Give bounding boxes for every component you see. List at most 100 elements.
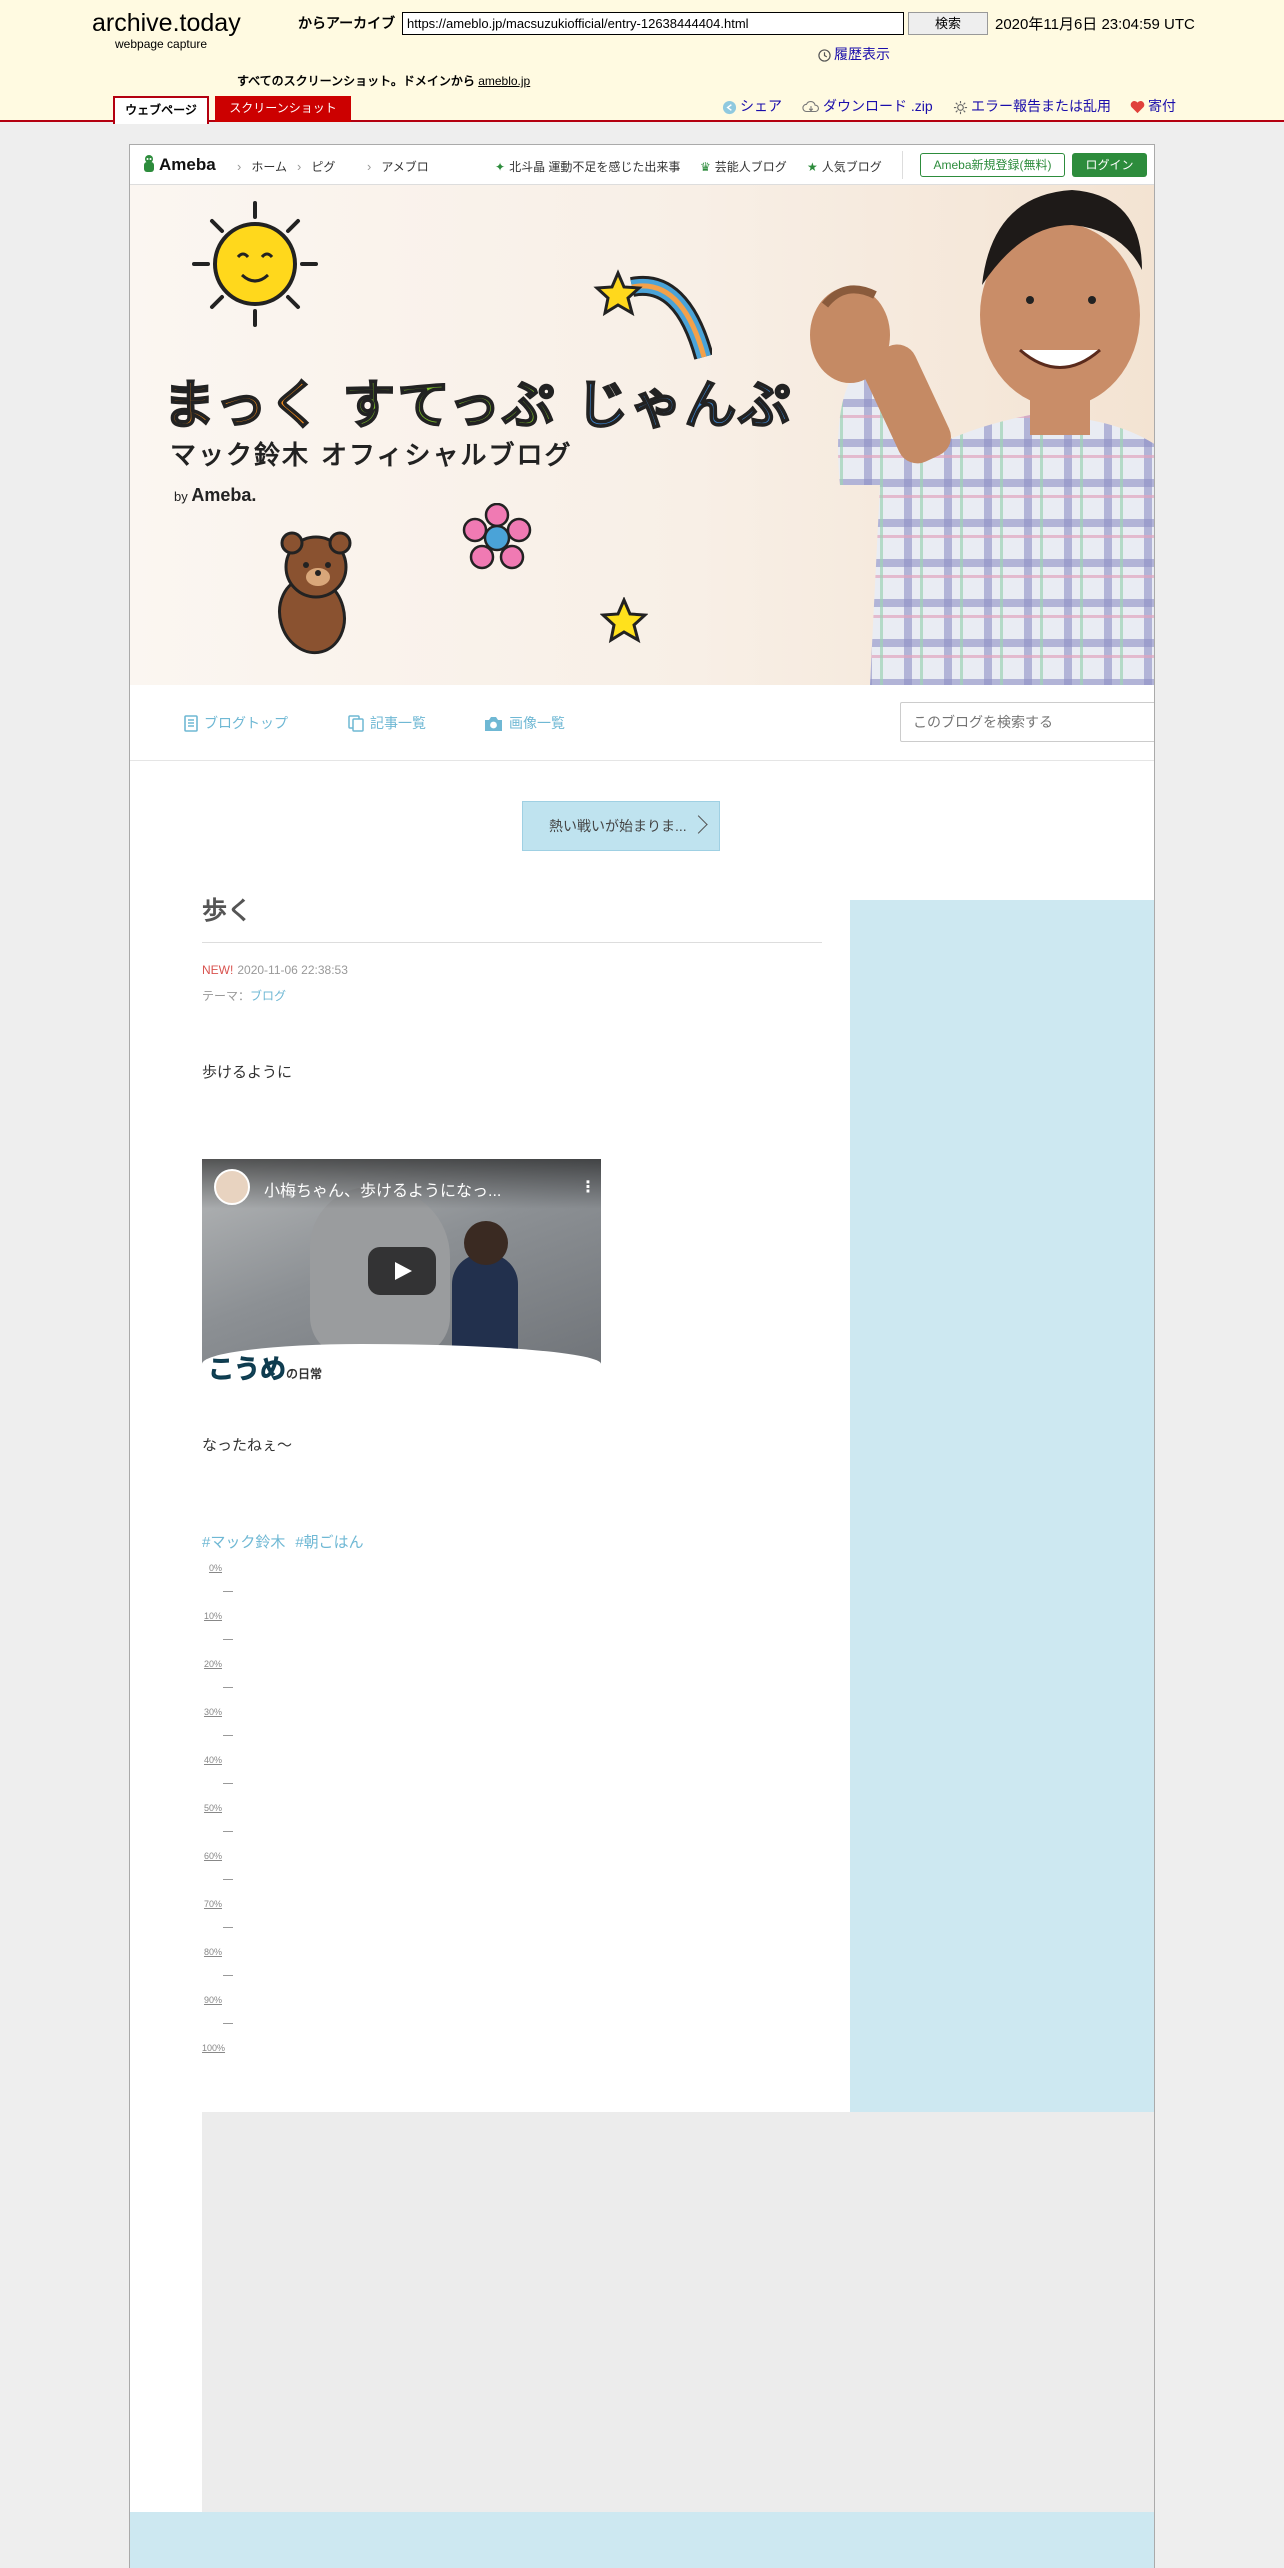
image-list-label: 画像一覧 xyxy=(509,715,565,731)
archive-logo-subtitle: webpage capture xyxy=(115,37,208,51)
blog-title-logo: まっく すてっぷ じゃんぷ xyxy=(162,363,792,438)
ameba-logo[interactable]: Ameba xyxy=(142,154,216,175)
history-label: 履歴表示 xyxy=(834,46,890,62)
camera-icon xyxy=(485,717,502,731)
hashtag-item[interactable]: #マック鈴木 xyxy=(202,1534,285,1551)
captured-page: Ameba ホーム ピグ アメブロ ✦北斗晶 運動不足を感じた出来事 ♛芸能人ブ… xyxy=(129,144,1155,2568)
depth-marker[interactable]: 80% xyxy=(202,1947,262,1976)
login-button[interactable]: ログイン xyxy=(1072,153,1147,177)
cloud-download-icon xyxy=(802,101,819,113)
ameba-brand-text: Ameba xyxy=(159,155,216,174)
all-screenshots-row: すべてのスクリーンショット。ドメインから ameblo.jp xyxy=(237,72,530,89)
blog-sub-nav: ブログトップ 記事一覧 画像一覧 xyxy=(130,685,1154,761)
post-body-line-1: 歩けるように xyxy=(202,1064,293,1081)
blog-top-link[interactable]: ブログトップ xyxy=(184,713,288,733)
archive-url-input[interactable] xyxy=(402,12,904,35)
sparkle-icon: ✦ xyxy=(495,160,506,174)
channel-avatar[interactable] xyxy=(214,1169,250,1205)
footer-gray-area xyxy=(202,2112,1154,2512)
clock-icon xyxy=(818,49,831,62)
article-list-link[interactable]: 記事一覧 xyxy=(348,713,426,733)
heart-icon xyxy=(1130,101,1145,114)
depth-marker[interactable]: 50% xyxy=(202,1803,262,1832)
nav-celeb-blog[interactable]: ♛ 芸能人ブログ xyxy=(700,158,787,175)
domain-link[interactable]: ameblo.jp xyxy=(478,74,530,88)
flower-illustration xyxy=(462,503,532,570)
hashtag-list: #マック鈴木 #朝ごはん xyxy=(202,1531,374,1552)
history-link[interactable]: 履歴表示 xyxy=(818,44,890,64)
nav-popular-blog[interactable]: ★ 人気ブログ xyxy=(807,158,882,175)
share-link[interactable]: シェア xyxy=(722,96,782,116)
crown-icon: ♛ xyxy=(700,160,711,174)
post-title-divider xyxy=(202,942,822,943)
archive-from-label: からアーカイブ xyxy=(298,15,396,31)
sidebar-area xyxy=(850,900,1154,2112)
depth-marker[interactable]: 20% xyxy=(202,1659,262,1688)
archive-timestamp: 2020年11月6日 23:04:59 UTC xyxy=(995,16,1195,33)
youtube-video-embed[interactable]: 小梅ちゃん、歩けるようになっ... ⋮ こうめの日常 xyxy=(202,1159,601,1383)
archive-header: archive.today webpage capture からアーカイブ 検索… xyxy=(0,0,1284,124)
play-button-icon[interactable] xyxy=(368,1247,436,1295)
ameba-top-nav: Ameba ホーム ピグ アメブロ ✦北斗晶 運動不足を感じた出来事 ♛芸能人ブ… xyxy=(130,145,1154,185)
share-label: シェア xyxy=(740,98,782,114)
blog-subtitle: マック鈴木 オフィシャルブログ xyxy=(170,441,573,471)
blogger-photo xyxy=(810,190,1154,685)
video-title[interactable]: 小梅ちゃん、歩けるようになっ... xyxy=(264,1177,501,1201)
nav-divider xyxy=(902,151,903,179)
ameba-mascot-icon xyxy=(144,155,154,172)
more-vert-icon[interactable]: ⋮ xyxy=(580,1177,596,1196)
donate-label: 寄付 xyxy=(1148,98,1176,114)
download-link[interactable]: ダウンロード .zip xyxy=(802,96,933,116)
post-meta: NEW! 2020-11-06 22:38:53 xyxy=(202,963,348,977)
blog-header-banner[interactable]: まっく すてっぷ じゃんぷ マック鈴木 オフィシャルブログ by Ameba. xyxy=(130,185,1154,685)
share-icon xyxy=(722,100,737,114)
nav-pigg[interactable]: ピグ xyxy=(297,158,335,175)
tab-screenshot[interactable]: スクリーンショット xyxy=(215,96,351,122)
donate-link[interactable]: 寄付 xyxy=(1130,96,1176,116)
star-icon: ★ xyxy=(807,160,818,174)
depth-marker[interactable]: 60% xyxy=(202,1851,262,1880)
depth-marker[interactable]: 70% xyxy=(202,1899,262,1928)
depth-marker[interactable]: 90% xyxy=(202,1995,262,2024)
document-icon xyxy=(184,715,198,732)
depth-marker[interactable]: 0% xyxy=(202,1563,262,1592)
archive-logo[interactable]: archive.today xyxy=(92,9,241,38)
tab-webpage[interactable]: ウェブページ xyxy=(113,96,209,124)
blog-search-input[interactable] xyxy=(900,702,1154,742)
title-part-2: すてっぷ xyxy=(342,375,557,437)
hashtag-item[interactable]: #朝ごはん xyxy=(295,1534,363,1551)
nav-trend-topic[interactable]: ✦ 北斗晶 運動不足を感じた出来事 xyxy=(495,158,680,175)
archive-search-button[interactable]: 検索 xyxy=(908,12,988,35)
nav-home[interactable]: ホーム xyxy=(237,158,287,175)
article-list-label: 記事一覧 xyxy=(370,715,426,731)
depth-marker[interactable]: 10% xyxy=(202,1611,262,1640)
download-label: ダウンロード .zip xyxy=(823,98,933,114)
sun-warning-icon xyxy=(953,100,968,114)
report-label: エラー報告または乱用 xyxy=(971,98,1111,114)
thumbnail-child-head xyxy=(464,1221,508,1265)
blog-top-label: ブログトップ xyxy=(204,715,288,731)
theme-link[interactable]: ブログ xyxy=(250,989,286,1003)
bear-illustration xyxy=(278,531,352,655)
depth-marker[interactable]: 100% xyxy=(202,2043,262,2053)
footer-blue-area xyxy=(130,2512,1154,2568)
depth-marker[interactable]: 30% xyxy=(202,1707,262,1736)
channel-logo: こうめの日常 xyxy=(207,1355,323,1384)
register-button[interactable]: Ameba新規登録(無料) xyxy=(920,153,1065,177)
shooting-star-illustration xyxy=(593,269,712,360)
post-theme: テーマ：ブログ xyxy=(202,989,287,1003)
post-title: 歩く xyxy=(202,897,253,925)
nav-ameblo[interactable]: アメブロ xyxy=(367,158,428,175)
depth-marker[interactable]: 40% xyxy=(202,1755,262,1784)
title-part-1: まっく xyxy=(162,375,323,437)
new-badge: NEW! xyxy=(202,963,234,977)
all-screenshots-label: すべてのスクリーンショット。ドメインから xyxy=(237,74,475,88)
report-link[interactable]: エラー報告または乱用 xyxy=(953,96,1111,116)
sun-illustration xyxy=(192,201,318,327)
promo-banner-button[interactable]: 熱い戦いが始まりま... xyxy=(522,801,720,851)
copy-icon xyxy=(348,715,364,732)
post-date: 2020-11-06 22:38:53 xyxy=(237,963,348,977)
post-body-line-2: なったねぇ〜 xyxy=(202,1437,293,1454)
image-list-link[interactable]: 画像一覧 xyxy=(484,713,565,733)
star-illustration xyxy=(600,597,648,644)
